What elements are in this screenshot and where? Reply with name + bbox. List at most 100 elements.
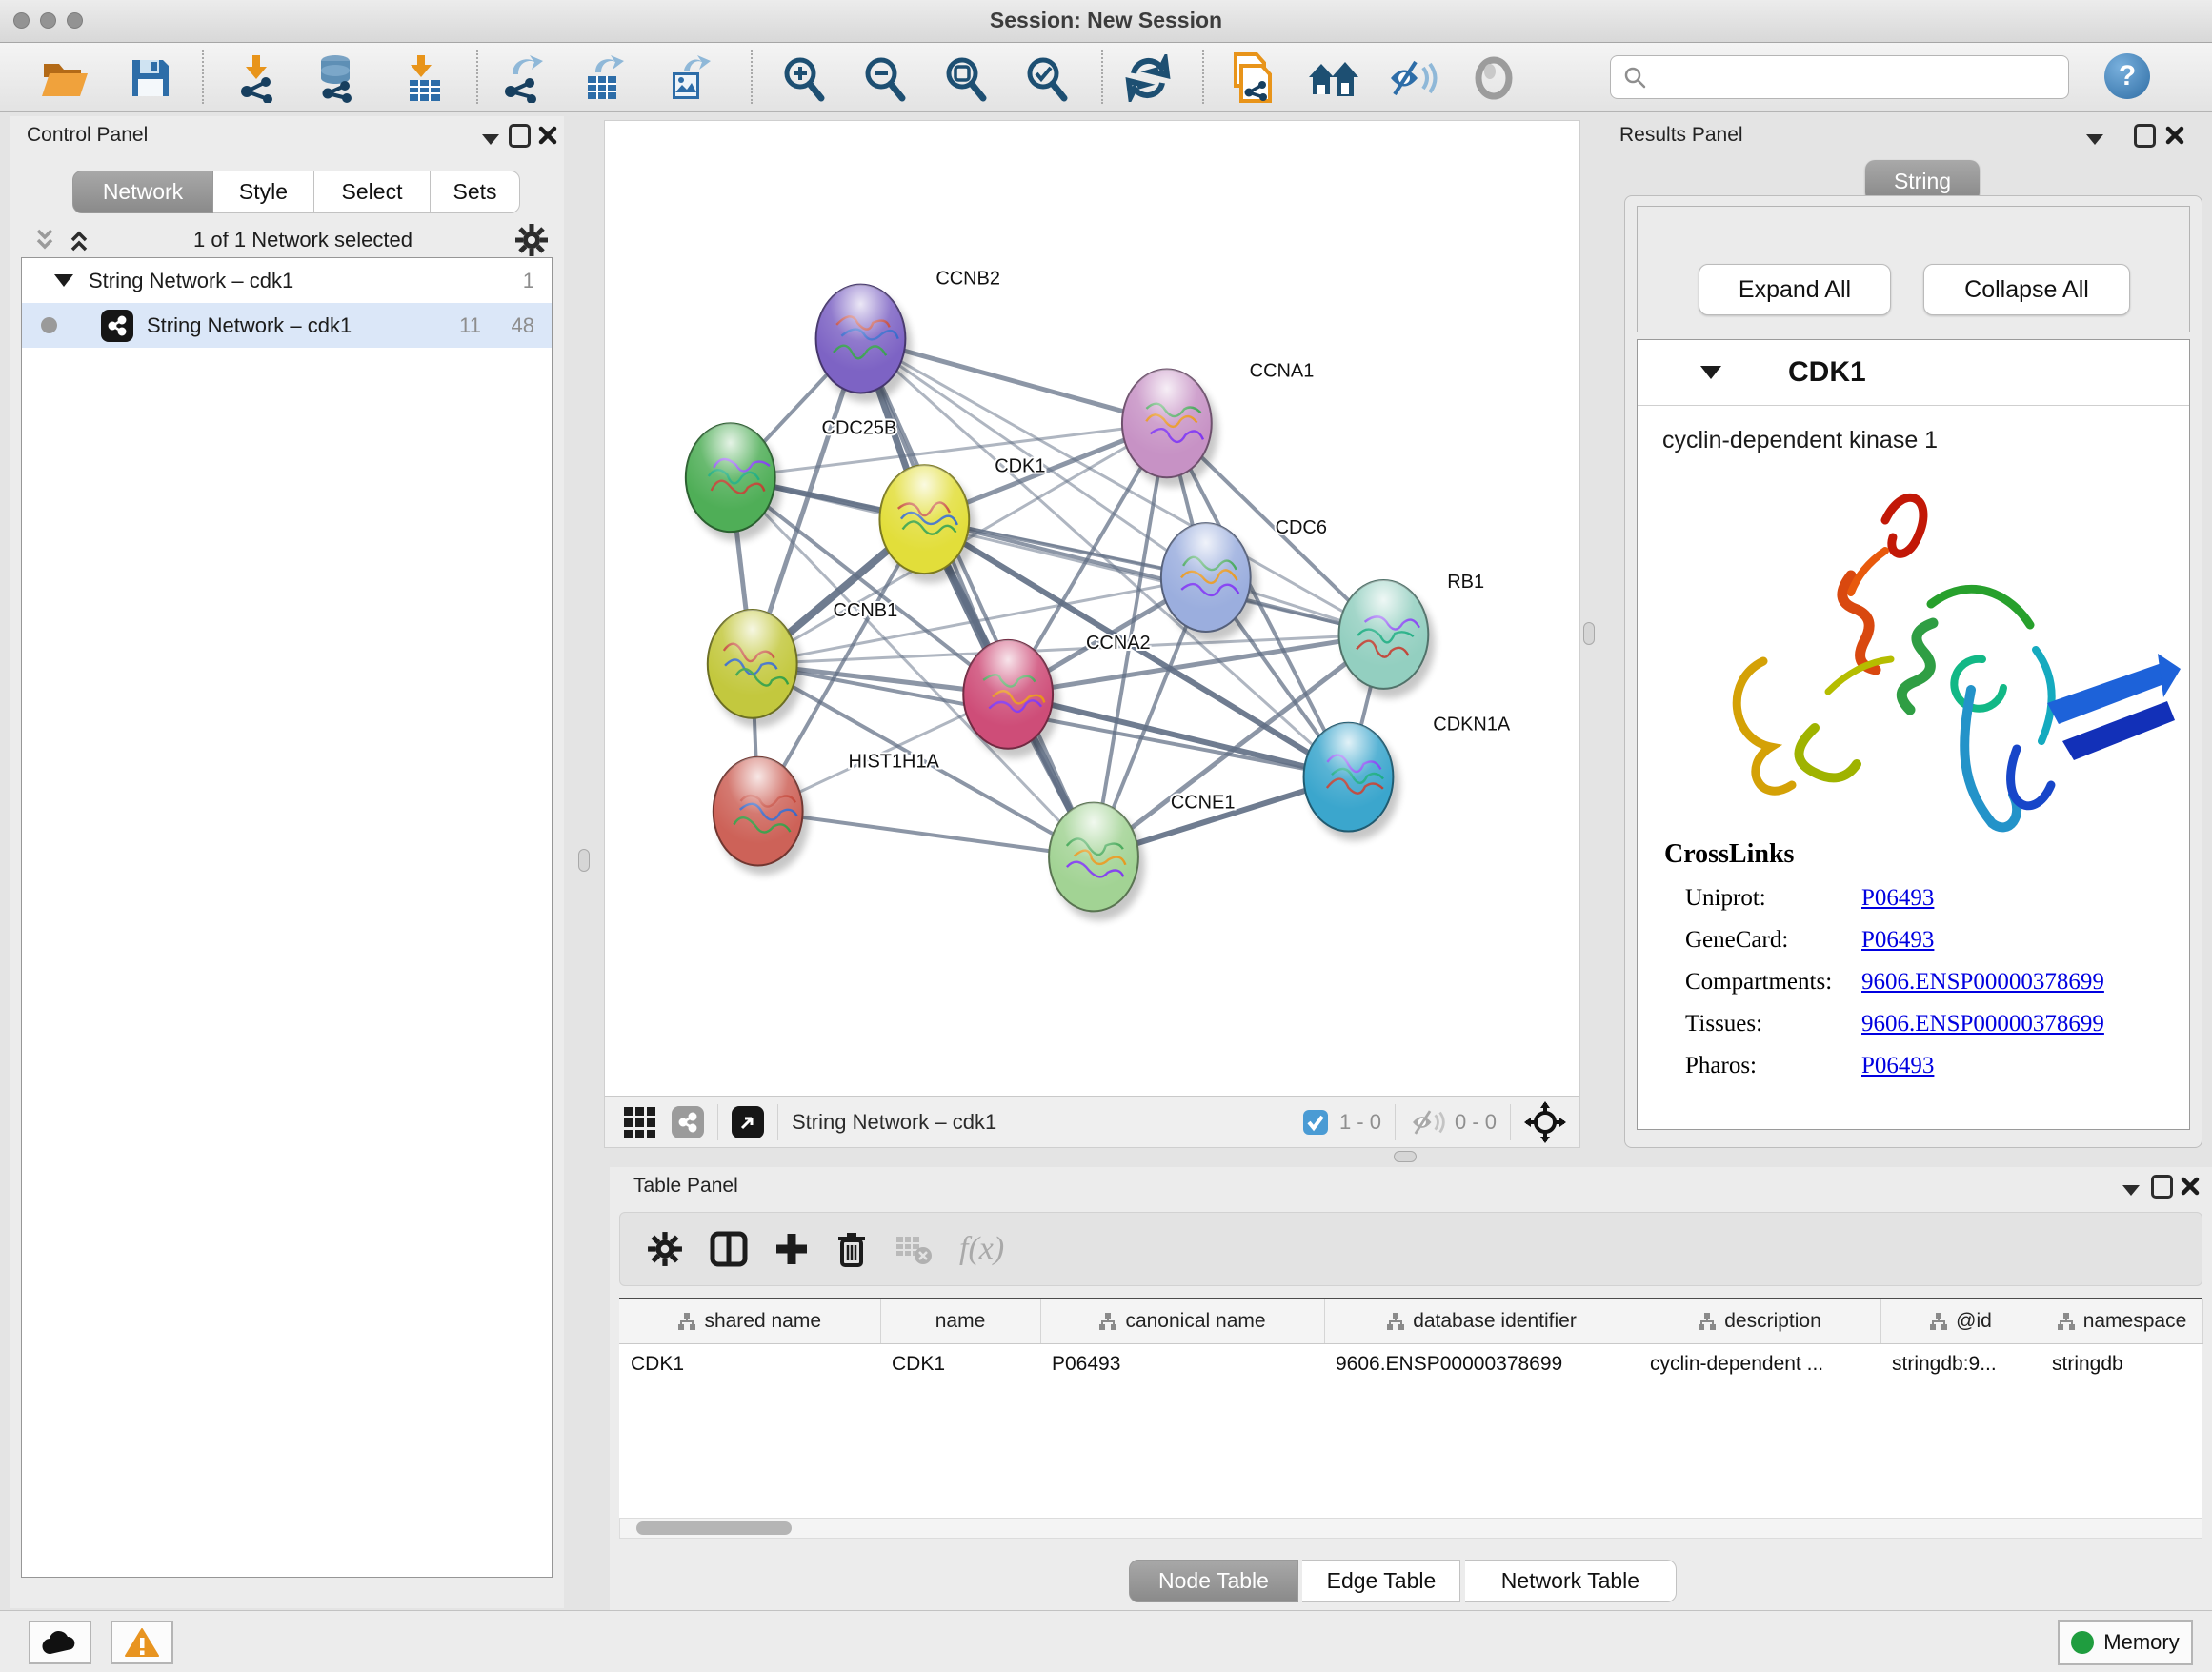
search-icon (1622, 65, 1647, 90)
network-collection-row[interactable]: String Network – cdk1 1 (22, 258, 552, 303)
close-panel-icon[interactable] (2162, 124, 2187, 147)
table-cell[interactable]: cyclin-dependent ... (1639, 1344, 1880, 1385)
hide-panel-eye-icon[interactable] (1386, 52, 1439, 104)
network-node-cdkn1a[interactable]: CDKN1A (1304, 715, 1511, 841)
table-cell[interactable]: CDK1 (880, 1344, 1040, 1385)
column-header[interactable]: description (1639, 1299, 1880, 1344)
network-node-cdc6[interactable]: CDC6 (1161, 517, 1327, 641)
crosslink-value-link[interactable]: P06493 (1861, 885, 1934, 912)
node-label: CCNB1 (834, 600, 898, 621)
search-input[interactable] (1655, 66, 2061, 90)
close-panel-icon[interactable] (2178, 1175, 2202, 1198)
memory-button[interactable]: Memory (2058, 1620, 2193, 1665)
column-header[interactable]: shared name (619, 1299, 880, 1344)
expand-all-button[interactable]: Expand All (1699, 264, 1891, 315)
tab-sets[interactable]: Sets (431, 171, 520, 213)
column-header-label: database identifier (1413, 1310, 1577, 1333)
tab-network[interactable]: Network (72, 171, 213, 213)
column-header[interactable]: canonical name (1040, 1299, 1324, 1344)
collapse-all-button[interactable]: Collapse All (1923, 264, 2130, 315)
float-panel-icon[interactable] (2132, 124, 2157, 147)
crosslink-value-link[interactable]: 9606.ENSP00000378699 (1861, 1011, 2104, 1037)
inactive-eye-icon[interactable] (1467, 52, 1520, 104)
scrollbar-thumb[interactable] (636, 1521, 792, 1535)
toolbar-separator (202, 50, 204, 104)
table-cell[interactable]: CDK1 (619, 1344, 880, 1385)
tab-edge-table[interactable]: Edge Table (1302, 1560, 1460, 1602)
export-table-icon[interactable] (578, 52, 632, 104)
splitter-handle[interactable] (1394, 1151, 1417, 1162)
float-panel-icon[interactable] (2149, 1175, 2174, 1198)
gene-section-header[interactable]: CDK1 (1638, 340, 2189, 406)
splitter-handle[interactable] (578, 849, 590, 872)
table-cell[interactable]: stringdb (2041, 1344, 2202, 1385)
crosslink-value-link[interactable]: 9606.ENSP00000378699 (1861, 969, 2104, 996)
open-session-icon[interactable] (38, 52, 91, 104)
section-expander-icon[interactable] (1700, 366, 1721, 379)
tab-node-table[interactable]: Node Table (1129, 1560, 1298, 1602)
collapse-all-chevron-icon[interactable] (32, 228, 57, 252)
help-icon[interactable]: ? (2104, 53, 2150, 99)
zoom-out-icon[interactable] (857, 52, 911, 104)
cloud-status-button[interactable] (29, 1621, 91, 1664)
selected-checkbox-icon[interactable] (1301, 1108, 1330, 1137)
table-row[interactable]: CDK1CDK1P064939606.ENSP00000378699cyclin… (619, 1344, 2202, 1385)
save-session-icon[interactable] (124, 52, 177, 104)
delete-column-trash-icon[interactable] (835, 1231, 868, 1267)
add-column-icon[interactable] (774, 1232, 809, 1266)
crosslink-row: Uniprot:P06493 (1664, 885, 2189, 912)
float-panel-icon[interactable] (507, 124, 532, 147)
network-canvas[interactable]: CCNB2CCNA1CDC25BCDK1CDC6RB1CCNB1CCNA2CDK… (605, 121, 1579, 1096)
tab-select[interactable]: Select (314, 171, 431, 213)
table-options-gear-icon[interactable] (647, 1231, 683, 1267)
network-node-ccna1[interactable]: CCNA1 (1122, 360, 1314, 487)
zoom-selected-icon[interactable] (1019, 52, 1073, 104)
tree-expander-icon[interactable] (54, 274, 73, 287)
network-node-rb1[interactable]: RB1 (1338, 572, 1484, 698)
tab-network-table[interactable]: Network Table (1465, 1560, 1677, 1602)
export-image-icon[interactable] (663, 52, 716, 104)
pan-crosshair-icon[interactable] (1524, 1101, 1566, 1143)
network-node-hist1h1a[interactable]: HIST1H1A (714, 752, 940, 876)
string-home-icon[interactable] (1307, 52, 1360, 104)
column-header[interactable]: namespace (2041, 1299, 2202, 1344)
node-table[interactable]: shared namenamecanonical name database id… (619, 1298, 2202, 1518)
table-cell[interactable]: P06493 (1040, 1344, 1324, 1385)
float-panel-menu-icon[interactable] (2082, 128, 2107, 151)
column-header[interactable]: name (880, 1299, 1040, 1344)
column-header[interactable]: @id (1880, 1299, 2041, 1344)
crosslink-value-link[interactable]: P06493 (1861, 1053, 1934, 1079)
tab-style[interactable]: Style (213, 171, 314, 213)
expand-all-chevron-icon[interactable] (67, 228, 91, 252)
import-database-icon[interactable] (311, 52, 364, 104)
horizontal-scrollbar[interactable] (619, 1518, 2202, 1539)
crosslink-value-link[interactable]: P06493 (1861, 927, 1934, 954)
zoom-in-icon[interactable] (776, 52, 830, 104)
export-network-icon[interactable] (497, 52, 551, 104)
birdseye-view-icon[interactable] (732, 1106, 764, 1138)
show-column-icon[interactable] (710, 1231, 748, 1267)
network-node-ccne1[interactable]: CCNE1 (1049, 793, 1235, 921)
network-type-icon[interactable] (672, 1106, 704, 1138)
copy-network-icon[interactable] (1225, 52, 1278, 104)
table-cell[interactable]: stringdb:9... (1880, 1344, 2041, 1385)
column-header[interactable]: database identifier (1324, 1299, 1639, 1344)
refresh-icon[interactable] (1121, 52, 1175, 104)
table-cell[interactable]: 9606.ENSP00000378699 (1324, 1344, 1639, 1385)
network-row-selected[interactable]: String Network – cdk1 11 48 (22, 303, 552, 348)
network-node-cdk1[interactable]: CDK1 (879, 455, 1045, 583)
import-network-icon[interactable] (231, 52, 284, 104)
warning-status-button[interactable] (111, 1621, 173, 1664)
grid-view-icon[interactable] (620, 1103, 658, 1141)
float-panel-menu-icon[interactable] (478, 128, 503, 151)
import-table-icon[interactable] (398, 52, 452, 104)
column-type-icon (1386, 1312, 1405, 1331)
network-row-label: String Network – cdk1 (147, 313, 352, 338)
close-panel-icon[interactable] (535, 124, 560, 147)
zoom-fit-icon[interactable] (938, 52, 992, 104)
hidden-eye-icon[interactable] (1409, 1107, 1447, 1138)
toolbar-separator (751, 50, 753, 104)
node-label: CCNE1 (1171, 793, 1236, 814)
float-panel-menu-icon[interactable] (2119, 1178, 2143, 1201)
network-options-gear-icon[interactable] (514, 223, 549, 257)
